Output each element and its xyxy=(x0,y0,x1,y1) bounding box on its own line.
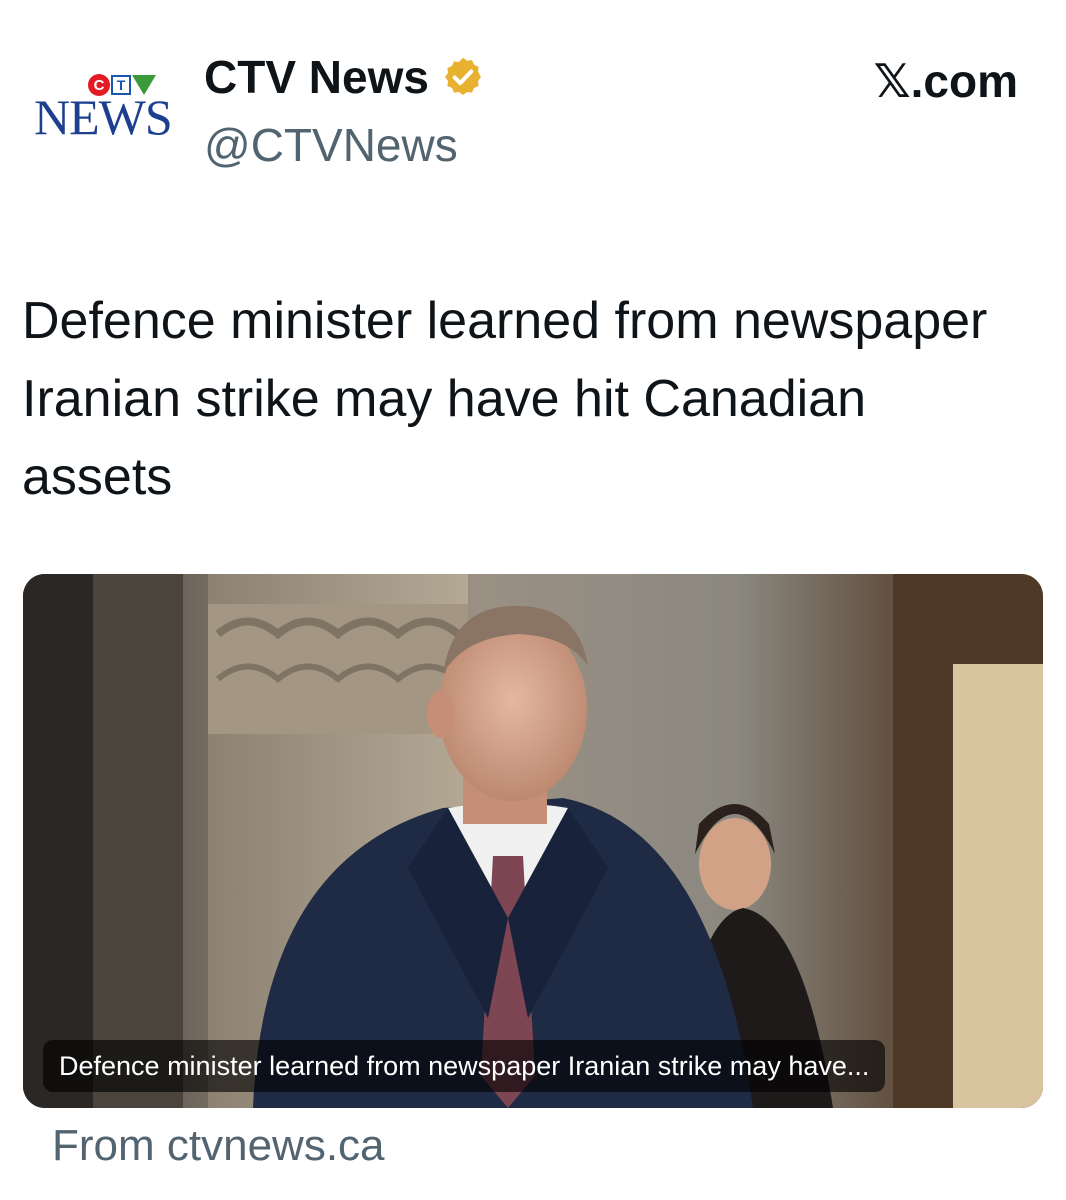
link-card-caption: Defence minister learned from newspaper … xyxy=(43,1040,886,1092)
account-name[interactable]: CTV News xyxy=(204,54,429,100)
verified-badge-icon xyxy=(444,57,481,95)
tweet-text: Defence minister learned from newspaper … xyxy=(22,292,988,506)
link-card[interactable]: Defence minister learned from newspaper … xyxy=(23,574,1043,1108)
tweet-header: C T NEWS CTV News @CTVNews 𝕏.com xyxy=(0,0,1066,200)
account-name-row: CTV News xyxy=(204,54,485,100)
link-source[interactable]: From ctvnews.ca xyxy=(52,1124,385,1168)
ctv-news-logo[interactable]: C T NEWS xyxy=(34,74,174,146)
logo-wordmark: NEWS xyxy=(34,89,173,145)
x-com-label: 𝕏.com xyxy=(873,55,1018,107)
photo-of-man-in-suit-icon xyxy=(23,574,1043,1108)
account-handle[interactable]: @CTVNews xyxy=(204,122,458,168)
